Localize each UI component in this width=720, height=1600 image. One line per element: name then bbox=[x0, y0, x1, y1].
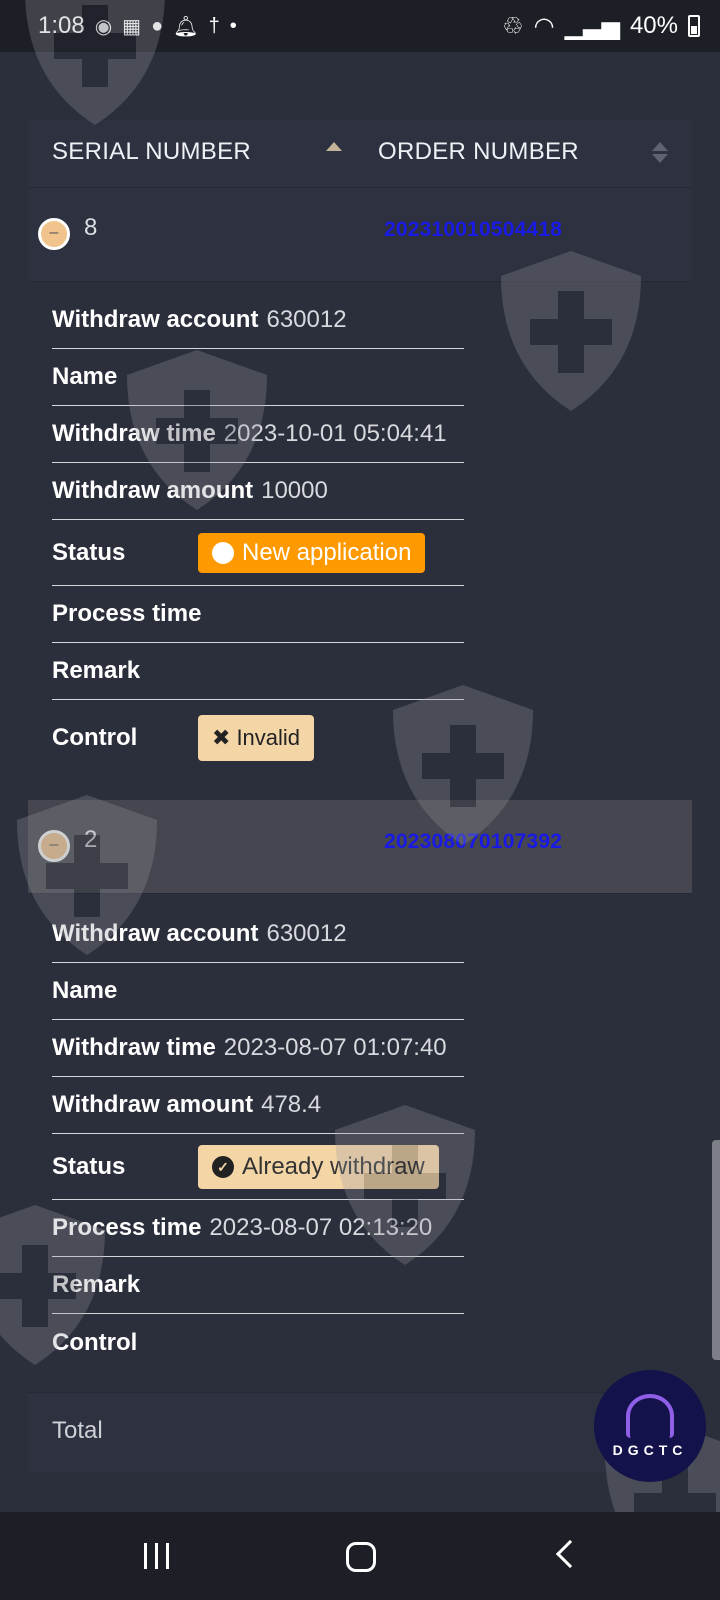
reddit-icon: ● bbox=[151, 14, 164, 37]
bell-icon: 🔔︎ bbox=[173, 15, 199, 38]
wifi-icon: ◠ bbox=[533, 12, 555, 40]
navigation-bar bbox=[0, 1512, 720, 1600]
detail-process-time: Process time 2023-08-07 02:13:20 bbox=[52, 1200, 464, 1257]
detail-value: 630012 bbox=[266, 920, 347, 947]
detail-label: Withdraw account bbox=[52, 306, 259, 333]
sort-icon[interactable] bbox=[652, 142, 668, 163]
detail-label: Withdraw amount bbox=[52, 1091, 254, 1118]
withdraw-table: SERIAL NUMBER ORDER NUMBER – 8 202310010… bbox=[28, 120, 692, 1500]
more-dot-icon: • bbox=[229, 14, 237, 37]
status-text: Already withdraw bbox=[242, 1152, 425, 1180]
dgctc-logo-button[interactable]: DGCTC bbox=[594, 1370, 706, 1482]
detail-name: Name bbox=[52, 963, 464, 1020]
total-label: Total bbox=[52, 1417, 103, 1444]
detail-value: 2023-10-01 05:04:41 bbox=[223, 420, 447, 447]
gallery-icon: ▦ bbox=[122, 15, 142, 38]
logo-mark-icon bbox=[626, 1394, 674, 1438]
detail-label: Process time bbox=[52, 600, 202, 627]
table-row: – 2 202308070107392 bbox=[28, 800, 692, 894]
detail-label: Withdraw amount bbox=[52, 477, 254, 504]
serial-number: 8 bbox=[84, 214, 98, 241]
invalid-button[interactable]: ✖ Invalid bbox=[198, 715, 315, 761]
scrollbar-handle[interactable] bbox=[712, 1140, 720, 1360]
invalid-button-label: Invalid bbox=[236, 725, 301, 750]
table-footer: Total bbox=[28, 1392, 692, 1472]
table-row: – 8 202310010504418 bbox=[28, 188, 692, 282]
detail-withdraw-account: Withdraw account 630012 bbox=[52, 292, 464, 349]
logo-text: DGCTC bbox=[612, 1442, 688, 1458]
detail-value: 2023-08-07 01:07:40 bbox=[223, 1034, 447, 1061]
detail-value: 478.4 bbox=[261, 1091, 322, 1118]
detail-withdraw-time: Withdraw time 2023-10-01 05:04:41 bbox=[52, 406, 464, 463]
detail-value: 10000 bbox=[261, 477, 328, 504]
sort-asc-icon[interactable] bbox=[326, 142, 342, 151]
detail-remark: Remark bbox=[52, 643, 464, 700]
status-right: ♲ ◠ ▁▃▅ 40% bbox=[502, 12, 700, 41]
status-text: New application bbox=[242, 538, 412, 566]
detail-label: Withdraw account bbox=[52, 920, 259, 947]
detail-control: Control bbox=[52, 1314, 464, 1371]
header-serial-number[interactable]: SERIAL NUMBER bbox=[52, 138, 251, 166]
detail-label: Name bbox=[52, 977, 118, 1004]
detail-withdraw-amount: Withdraw amount 478.4 bbox=[52, 1077, 464, 1134]
cross-icon: † bbox=[208, 14, 220, 37]
detail-remark: Remark bbox=[52, 1257, 464, 1314]
collapse-row-button[interactable]: – bbox=[38, 218, 70, 250]
minus-icon: – bbox=[49, 224, 59, 241]
home-button[interactable] bbox=[346, 1542, 376, 1572]
status-badge: New application bbox=[198, 532, 426, 573]
row-details: Withdraw account 630012 Name Withdraw ti… bbox=[52, 906, 464, 1371]
detail-process-time: Process time bbox=[52, 586, 464, 643]
detail-value: 2023-08-07 02:13:20 bbox=[209, 1214, 433, 1241]
header-order-number[interactable]: ORDER NUMBER bbox=[378, 138, 579, 166]
detail-label: Status bbox=[52, 538, 126, 566]
detail-label: Status bbox=[52, 1152, 126, 1180]
status-badge: ✓ Already withdraw bbox=[198, 1144, 439, 1189]
whatsapp-icon: ◉ bbox=[94, 15, 113, 38]
status-time: 1:08 bbox=[38, 12, 85, 39]
detail-label: Withdraw time bbox=[52, 1034, 216, 1061]
signal-icon: ▁▃▅ bbox=[564, 12, 620, 40]
detail-control: Control ✖ Invalid bbox=[52, 700, 464, 776]
collapse-row-button[interactable]: – bbox=[38, 830, 70, 862]
detail-withdraw-amount: Withdraw amount 10000 bbox=[52, 463, 464, 520]
back-button[interactable] bbox=[555, 1539, 585, 1569]
notification-icons: ◉ ▦ ● 🔔︎ † • bbox=[95, 14, 237, 39]
row-details: Withdraw account 630012 Name Withdraw ti… bbox=[52, 292, 464, 776]
minus-icon: – bbox=[49, 836, 59, 853]
recent-apps-button[interactable] bbox=[144, 1540, 177, 1577]
order-number-link[interactable]: 202308070107392 bbox=[384, 830, 562, 854]
serial-number: 2 bbox=[84, 826, 98, 853]
detail-value: 630012 bbox=[266, 306, 347, 333]
battery-icon bbox=[688, 15, 700, 37]
table-header: SERIAL NUMBER ORDER NUMBER bbox=[28, 120, 692, 188]
detail-label: Remark bbox=[52, 657, 141, 684]
order-number-link[interactable]: 202310010504418 bbox=[384, 218, 562, 242]
detail-label: Process time bbox=[52, 1214, 202, 1241]
detail-withdraw-account: Withdraw account 630012 bbox=[52, 906, 464, 963]
detail-label: Remark bbox=[52, 1271, 141, 1298]
detail-label: Name bbox=[52, 363, 118, 390]
status-bar: 1:08 ◉ ▦ ● 🔔︎ † • ♲ ◠ ▁▃▅ 40% bbox=[0, 0, 720, 52]
detail-label: Withdraw time bbox=[52, 420, 216, 447]
circle-icon bbox=[212, 541, 234, 564]
detail-label: Control bbox=[52, 724, 138, 751]
close-icon: ✖ bbox=[212, 725, 231, 750]
recycle-icon: ♲ bbox=[502, 12, 524, 40]
check-circle-icon: ✓ bbox=[212, 1155, 234, 1178]
battery-percent: 40% bbox=[629, 12, 678, 39]
detail-withdraw-time: Withdraw time 2023-08-07 01:07:40 bbox=[52, 1020, 464, 1077]
detail-status: Status New application bbox=[52, 520, 464, 586]
detail-status: Status ✓ Already withdraw bbox=[52, 1134, 464, 1200]
detail-label: Control bbox=[52, 1328, 138, 1356]
detail-name: Name bbox=[52, 349, 464, 406]
